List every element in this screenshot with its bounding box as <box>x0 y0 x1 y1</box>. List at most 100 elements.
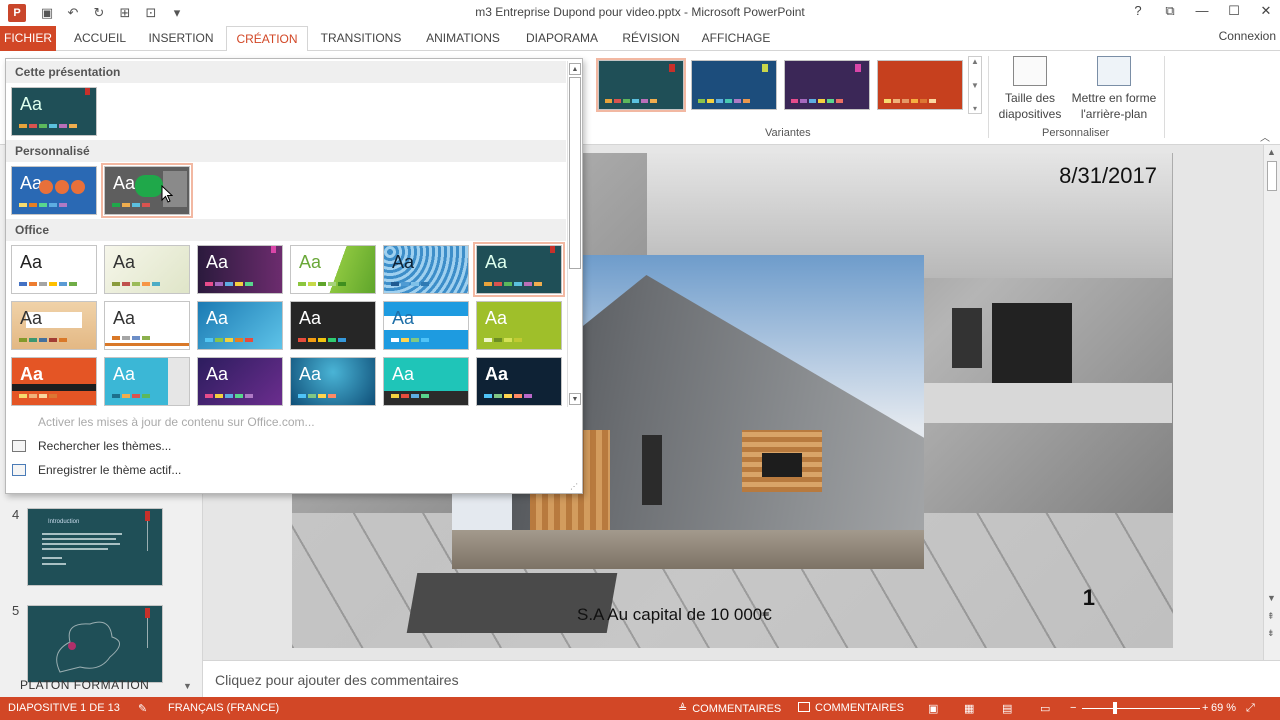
slide-thumbnail-5[interactable] <box>27 605 163 683</box>
scroll-down-icon[interactable]: ▼ <box>971 81 979 90</box>
scroll-thumb[interactable] <box>569 77 581 269</box>
scroll-down-icon[interactable]: ▼ <box>1267 593 1276 603</box>
zoom-slider[interactable] <box>1082 708 1200 709</box>
tab-affichage[interactable]: AFFICHAGE <box>696 26 776 51</box>
spelling-icon[interactable]: ✎ <box>138 702 147 715</box>
sign-in-link[interactable]: Connexion <box>1219 29 1276 43</box>
theme-custom-2[interactable]: Aa <box>101 163 193 218</box>
variants-scroll[interactable]: ▲ ▼ ▾ <box>968 56 982 114</box>
more-icon[interactable]: ▾ <box>973 104 977 113</box>
theme-color-bars <box>112 394 150 398</box>
ribbon-tabs: FICHIER ACCUEIL INSERTION CRÉATION TRANS… <box>0 26 1280 52</box>
theme-savon[interactable]: Aa <box>476 301 562 350</box>
theme-ion-boardroom[interactable]: Aa <box>473 242 565 297</box>
notes-button[interactable]: ≜ COMMENTAIRES <box>678 702 781 715</box>
scroll-up-icon[interactable]: ▲ <box>1267 147 1276 157</box>
slide-capital-text[interactable]: S.A Au capital de 10 000€ <box>577 605 772 625</box>
theme-preview-text: Aa <box>392 364 415 384</box>
theme-color-bars <box>484 394 532 398</box>
theme-integral[interactable]: Aa <box>290 245 376 294</box>
menu-browse-themes[interactable]: Rechercher les thèmes... <box>6 434 566 458</box>
format-background-button[interactable]: Mettre en forme l'arrière-plan <box>1068 56 1160 122</box>
scroll-thumb[interactable] <box>1267 161 1277 191</box>
scroll-up-icon[interactable]: ▲ <box>971 57 979 66</box>
theme-view[interactable]: Aa <box>476 357 562 406</box>
theme-preview-text: Aa <box>20 364 44 384</box>
slide-thumbnail-4[interactable]: Introduction <box>27 508 163 586</box>
slideshow-icon[interactable]: ▭ <box>1040 702 1050 715</box>
zoom-in-icon[interactable]: + <box>1202 702 1208 714</box>
zoom-level[interactable]: 69 % <box>1211 702 1236 714</box>
previous-slide-icon[interactable]: ⇞ <box>1267 611 1275 622</box>
theme-berlin[interactable]: Aa <box>11 357 97 406</box>
theme-main-event[interactable]: Aa <box>290 357 376 406</box>
fit-to-window-icon[interactable]: ⤢ <box>1246 702 1255 715</box>
theme-ion[interactable]: Aa <box>197 245 283 294</box>
zoom-slider-thumb[interactable] <box>1113 702 1117 714</box>
next-slide-icon[interactable]: ⇟ <box>1267 628 1275 639</box>
slide-date[interactable]: 8/31/2017 <box>1059 163 1157 189</box>
theme-circuit[interactable]: Aa <box>104 357 190 406</box>
tab-insertion[interactable]: INSERTION <box>142 26 220 51</box>
window-title: m3 Entreprise Dupond pour video.pptx - M… <box>475 5 805 19</box>
menu-enable-updates[interactable]: Activer les mises à jour de contenu sur … <box>6 410 566 434</box>
menu-save-theme[interactable]: Enregistrer le thème actif... <box>6 458 566 482</box>
maximize-icon[interactable]: ☐ <box>1226 3 1242 19</box>
ribbon-display-icon[interactable]: ⧉ <box>1162 3 1178 19</box>
tab-animations[interactable]: ANIMATIONS <box>416 26 510 51</box>
collapse-ribbon-icon[interactable]: ︿ <box>1260 129 1270 144</box>
minimize-icon[interactable]: — <box>1194 3 1210 19</box>
variant-orange[interactable] <box>877 60 963 110</box>
theme-droplet[interactable]: Aa <box>197 357 283 406</box>
slide-indicator[interactable]: DIAPOSITIVE 1 DE 13 <box>8 702 120 714</box>
theme-office[interactable]: Aa <box>11 245 97 294</box>
pane-scroll-down-icon[interactable]: ▼ <box>183 681 192 691</box>
slide-size-button[interactable]: Taille des diapositives <box>994 56 1066 122</box>
tab-accueil[interactable]: ACCUEIL <box>66 26 134 51</box>
theme-color-bars <box>112 203 150 207</box>
theme-color-bars <box>391 394 429 398</box>
language-indicator[interactable]: FRANÇAIS (FRANCE) <box>168 702 279 714</box>
theme-accent-icon <box>85 88 90 95</box>
tab-fichier[interactable]: FICHIER <box>0 26 56 51</box>
close-icon[interactable]: ✕ <box>1258 3 1274 19</box>
theme-pattern[interactable]: Aa <box>383 245 469 294</box>
theme-retrospect[interactable]: Aa <box>104 301 190 350</box>
theme-current[interactable]: Aa <box>11 87 97 136</box>
notes-pane[interactable]: Cliquez pour ajouter des commentaires <box>203 660 1280 697</box>
variant-purple[interactable] <box>784 60 870 110</box>
theme-vapor-trail[interactable]: Aa <box>383 357 469 406</box>
theme-preview-text: Aa <box>20 94 43 114</box>
reading-view-icon[interactable]: ▤ <box>1002 702 1012 715</box>
theme-slice[interactable]: Aa <box>197 301 283 350</box>
variant-blue[interactable] <box>691 60 777 110</box>
theme-custom-1[interactable]: Aa <box>11 166 97 215</box>
zoom-out-icon[interactable]: − <box>1070 702 1076 714</box>
themes-scrollbar[interactable]: ▲ ▼ <box>567 61 582 407</box>
comments-button[interactable]: COMMENTAIRES <box>798 702 904 714</box>
resize-grip-icon[interactable]: ⋰ <box>570 482 578 491</box>
tab-creation[interactable]: CRÉATION <box>226 26 308 52</box>
mouse-cursor-icon <box>161 185 173 203</box>
slide-page-number[interactable]: 1 <box>1083 585 1095 611</box>
slide-sorter-icon[interactable]: ▦ <box>964 702 974 715</box>
tab-revision[interactable]: RÉVISION <box>614 26 688 51</box>
variant-teal[interactable] <box>596 58 686 112</box>
normal-view-icon[interactable]: ▣ <box>928 702 938 715</box>
theme-accent-icon <box>550 246 555 253</box>
theme-color-bars <box>298 394 336 398</box>
theme-organic[interactable]: Aa <box>11 301 97 350</box>
tab-diaporama[interactable]: DIAPORAMA <box>518 26 606 51</box>
scroll-up-icon[interactable]: ▲ <box>569 63 581 75</box>
title-bar: P ▣ ↶ ↻ ⊞ ⊡ ▾ m3 Entreprise Dupond pour … <box>0 0 1280 26</box>
theme-facet[interactable]: Aa <box>104 245 190 294</box>
scroll-down-icon[interactable]: ▼ <box>569 393 581 405</box>
thumbnail-sketch-icon <box>56 621 120 673</box>
help-icon[interactable]: ? <box>1130 3 1146 19</box>
background-monitor <box>952 308 982 368</box>
theme-wisp[interactable]: Aa <box>290 301 376 350</box>
tab-transitions[interactable]: TRANSITIONS <box>314 26 408 51</box>
theme-banded[interactable]: Aa <box>383 301 469 350</box>
comments-icon <box>798 702 810 712</box>
editor-vertical-scrollbar[interactable]: ▲ ▼ ⇞ ⇟ <box>1263 145 1280 660</box>
